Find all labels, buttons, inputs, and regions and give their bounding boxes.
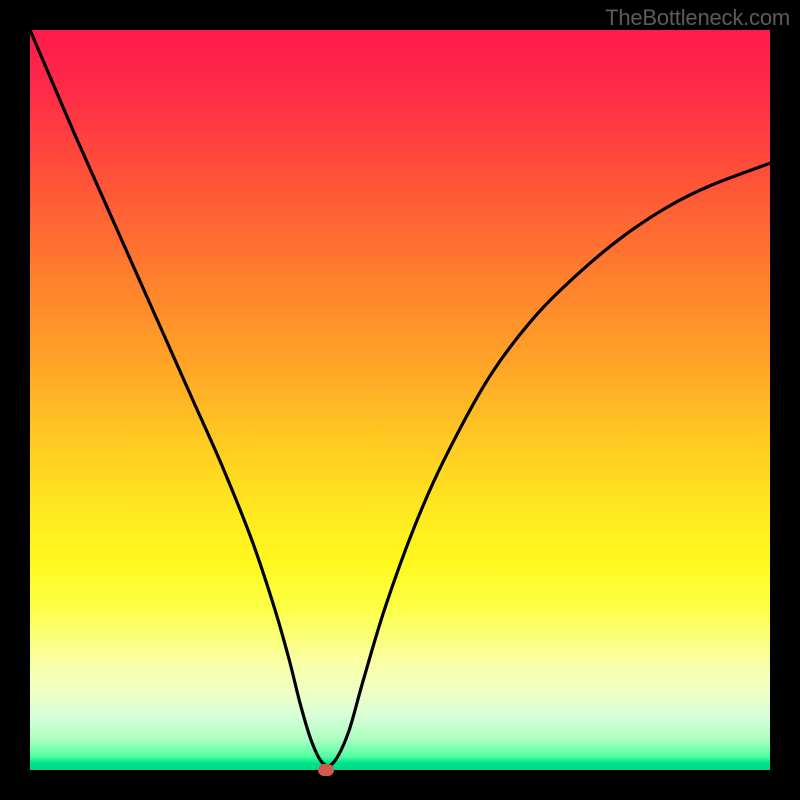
bottleneck-curve — [30, 30, 770, 770]
optimal-point-marker — [318, 764, 334, 776]
curve-path — [30, 30, 770, 766]
watermark-text: TheBottleneck.com — [605, 5, 790, 31]
chart-plot-area — [30, 30, 770, 770]
